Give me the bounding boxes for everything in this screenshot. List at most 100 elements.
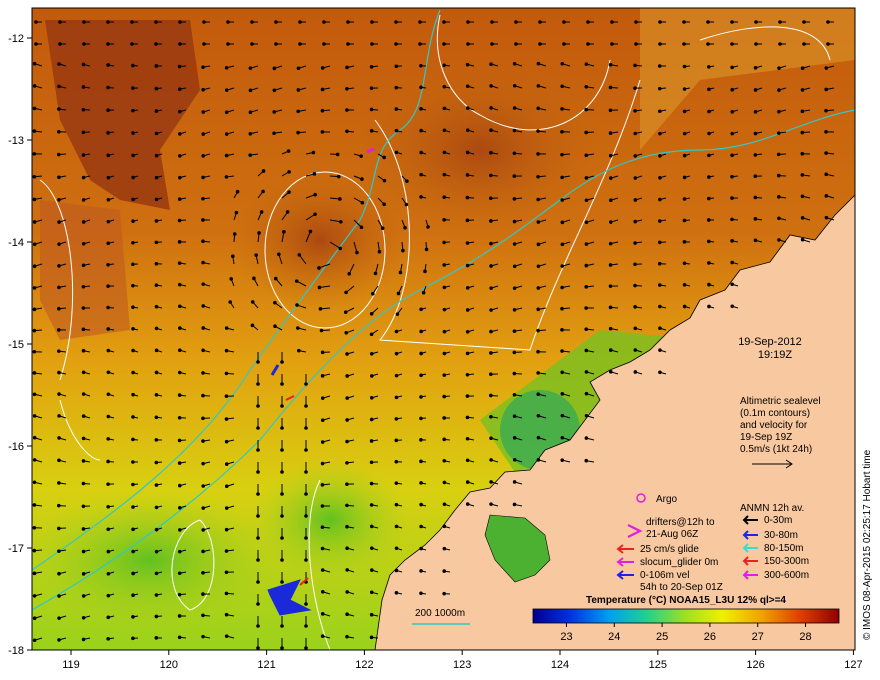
velocity-arrow-head: [345, 108, 349, 112]
velocity-arrow-head: [489, 480, 493, 484]
velocity-arrow-head: [682, 153, 687, 158]
velocity-arrow-head: [57, 107, 61, 111]
velocity-arrow-head: [560, 264, 565, 268]
velocity-arrow-head: [465, 195, 470, 200]
velocity-arrow-head: [560, 413, 565, 418]
velocity-arrow-head: [658, 154, 662, 158]
velocity-arrow-head: [370, 291, 375, 296]
velocity-arrow-head: [584, 242, 589, 246]
velocity-arrow-head: [442, 106, 447, 111]
velocity-arrow-head: [297, 253, 302, 257]
velocity-arrow-head: [34, 20, 38, 24]
velocity-arrow-head: [512, 242, 517, 246]
velocity-arrow-head: [730, 131, 735, 136]
velocity-arrow-head: [282, 230, 286, 234]
velocity-arrow-head: [394, 351, 399, 356]
velocity-arrow-head: [560, 198, 565, 202]
velocity-arrow-head: [777, 88, 781, 92]
velocity-arrow-head: [32, 616, 37, 621]
velocity-arrow-head: [81, 504, 86, 509]
velocity-arrow-head: [489, 241, 493, 246]
glide-line-1: 25 cm/s glide: [640, 544, 699, 555]
velocity-arrow-head: [177, 197, 182, 201]
velocity-arrow-head: [296, 326, 300, 330]
velocity-arrow-head: [319, 328, 324, 333]
velocity-arrow-head: [465, 436, 470, 441]
velocity-arrow-head: [633, 348, 638, 352]
velocity-arrow-head: [489, 173, 493, 178]
velocity-arrow-head: [280, 404, 284, 408]
velocity-arrow-head: [81, 481, 86, 486]
velocity-arrow-head: [633, 241, 637, 245]
velocity-arrow-head: [154, 109, 159, 113]
velocity-arrow-head: [394, 481, 399, 485]
velocity-arrow-head: [304, 492, 308, 496]
velocity-arrow-head: [248, 88, 253, 93]
velocity-arrow-head: [682, 197, 687, 201]
velocity-arrow-head: [32, 174, 37, 179]
velocity-arrow-head: [753, 153, 758, 157]
velocity-arrow-head: [584, 85, 589, 89]
velocity-arrow-head: [154, 304, 159, 309]
velocity-arrow-head: [57, 197, 61, 202]
velocity-arrow-head: [230, 254, 235, 258]
x-tick-label: 121: [257, 659, 275, 671]
velocity-arrow-head: [369, 396, 374, 400]
velocity-arrow-head: [394, 502, 399, 507]
velocity-arrow-head: [256, 426, 260, 430]
velocity-arrow-head: [442, 373, 447, 377]
velocity-arrow-head: [32, 220, 37, 224]
velocity-arrow-head: [512, 151, 517, 156]
velocity-arrow-head: [261, 189, 265, 194]
velocity-arrow-head: [224, 462, 229, 466]
velocity-arrow-head: [178, 154, 182, 158]
velocity-arrow-head: [178, 304, 182, 309]
altimetry-line-2: (0.1m contours): [740, 408, 810, 419]
velocity-arrow-head: [57, 414, 61, 418]
velocity-arrow-head: [304, 448, 308, 452]
velocity-arrow-head: [106, 593, 111, 598]
velocity-arrow-head: [32, 152, 37, 156]
velocity-arrow-head: [538, 20, 542, 24]
velocity-arrow-head: [106, 459, 110, 464]
velocity-arrow-head: [322, 42, 326, 46]
anmn-title: ANMN 12h av.: [740, 503, 804, 514]
velocity-arrow-head: [800, 130, 805, 135]
velocity-arrow-head: [177, 461, 182, 465]
velocity-arrow-head: [394, 329, 399, 334]
velocity-arrow-head: [224, 439, 229, 444]
velocity-arrow-head: [304, 536, 308, 540]
velocity-arrow-head: [250, 20, 254, 24]
velocity-arrow-head: [382, 155, 386, 160]
velocity-arrow-head: [633, 131, 637, 136]
velocity-arrow-head: [81, 107, 86, 112]
velocity-arrow-head: [256, 580, 260, 584]
velocity-arrow-head: [106, 437, 111, 441]
velocity-arrow-head: [106, 305, 110, 310]
velocity-arrow-head: [130, 20, 134, 24]
velocity-arrow-head: [154, 460, 159, 465]
velocity-arrow-head: [419, 524, 423, 529]
velocity-arrow-head: [201, 87, 205, 92]
velocity-arrow-head: [512, 174, 517, 178]
velocity-arrow-head: [81, 637, 86, 642]
velocity-arrow-head: [224, 417, 229, 421]
velocity-arrow-head: [256, 448, 260, 452]
velocity-arrow-head: [419, 307, 423, 312]
velocity-arrow-head: [489, 150, 493, 155]
velocity-arrow-head: [418, 20, 422, 24]
velocity-arrow-head: [280, 426, 284, 430]
velocity-arrow-head: [201, 175, 205, 180]
velocity-arrow-head: [730, 153, 734, 158]
velocity-arrow-head: [369, 590, 374, 595]
velocity-arrow-head: [320, 525, 325, 530]
velocity-arrow-head: [131, 262, 135, 267]
velocity-arrow-head: [256, 602, 260, 606]
velocity-arrow-head: [608, 220, 613, 224]
velocity-arrow-head: [419, 502, 423, 507]
velocity-arrow-head: [318, 307, 323, 311]
velocity-arrow-head: [32, 371, 37, 375]
velocity-arrow-head: [177, 109, 182, 114]
velocity-arrow-head: [131, 482, 135, 487]
velocity-arrow-head: [106, 504, 110, 509]
